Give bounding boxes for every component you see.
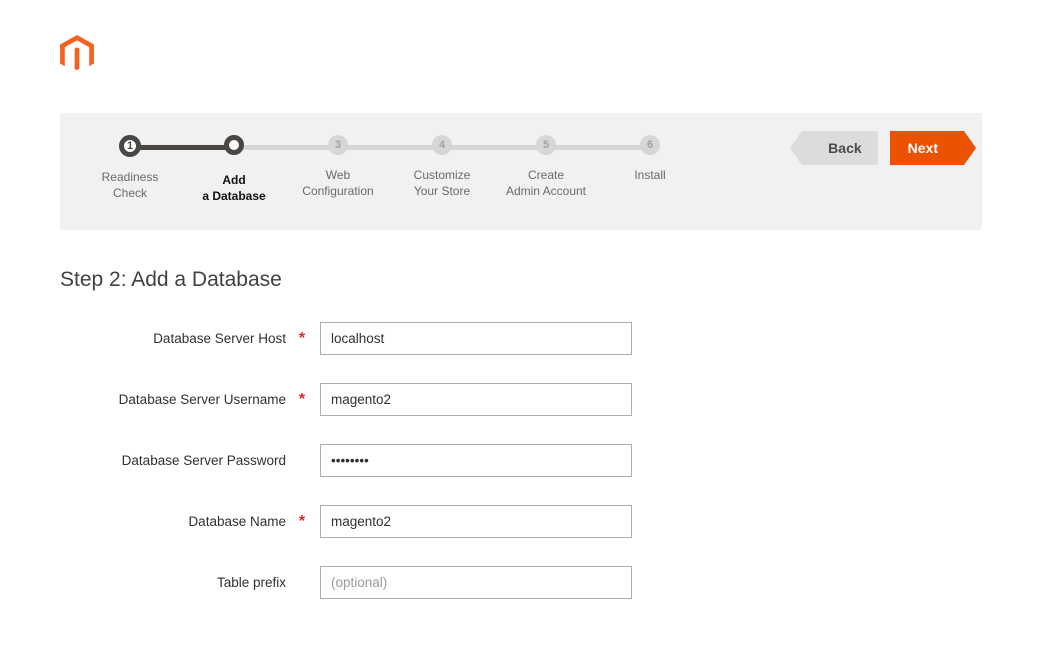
field-db-name: Database Name *: [60, 505, 982, 538]
field-db-username: Database Server Username *: [60, 383, 982, 416]
table-prefix-label: Table prefix: [60, 575, 294, 590]
step-number: 3: [328, 135, 348, 155]
step-number: [224, 135, 244, 155]
field-db-host: Database Server Host *: [60, 322, 982, 355]
magento-logo: [60, 35, 982, 78]
step-connector: [130, 145, 234, 150]
page-title: Step 2: Add a Database: [60, 268, 982, 292]
table-prefix-input[interactable]: [320, 566, 632, 599]
steps-container: 1 Readiness Check Add a Database 3 Web C…: [78, 135, 702, 204]
db-password-input[interactable]: [320, 444, 632, 477]
step-connector: [546, 145, 650, 150]
field-db-password: Database Server Password: [60, 444, 982, 477]
step-readiness-check: 1 Readiness Check: [78, 135, 182, 201]
step-number: 5: [536, 135, 556, 155]
step-install: 6 Install: [598, 135, 702, 183]
db-username-label: Database Server Username: [60, 392, 294, 407]
step-label: Create Admin Account: [494, 167, 598, 199]
wizard-progress-bar: 1 Readiness Check Add a Database 3 Web C…: [60, 113, 982, 230]
step-label: Add a Database: [182, 172, 286, 204]
wizard-nav-buttons: Back Next: [802, 131, 964, 165]
step-number: 4: [432, 135, 452, 155]
db-name-label: Database Name: [60, 514, 294, 529]
db-name-input[interactable]: [320, 505, 632, 538]
step-connector: [234, 145, 338, 150]
database-form: Database Server Host * Database Server U…: [60, 322, 982, 599]
back-button[interactable]: Back: [802, 131, 877, 165]
required-asterisk: *: [294, 330, 310, 348]
step-number: 6: [640, 135, 660, 155]
step-label: Customize Your Store: [390, 167, 494, 199]
step-connector: [338, 145, 442, 150]
db-host-label: Database Server Host: [60, 331, 294, 346]
step-number: 1: [119, 135, 141, 157]
required-asterisk: *: [294, 513, 310, 531]
db-username-input[interactable]: [320, 383, 632, 416]
db-host-input[interactable]: [320, 322, 632, 355]
step-label: Readiness Check: [78, 169, 182, 201]
step-label: Web Configuration: [286, 167, 390, 199]
required-asterisk: *: [294, 391, 310, 409]
next-button[interactable]: Next: [890, 131, 964, 165]
step-connector: [442, 145, 546, 150]
db-password-label: Database Server Password: [60, 453, 294, 468]
step-label: Install: [598, 167, 702, 183]
field-table-prefix: Table prefix: [60, 566, 982, 599]
